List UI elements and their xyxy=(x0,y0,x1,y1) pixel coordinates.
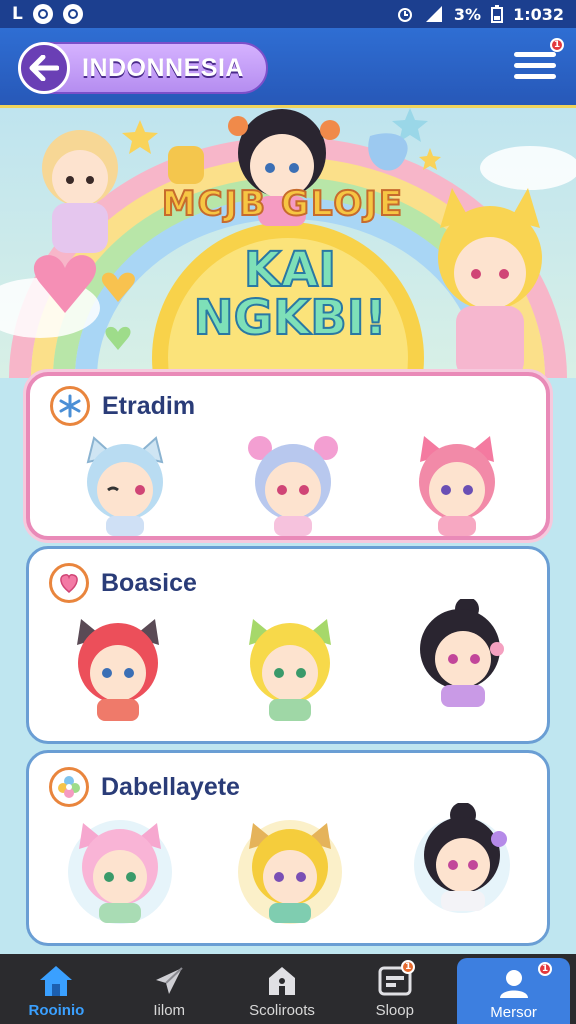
alarm-icon xyxy=(397,8,412,22)
back-arrow-icon xyxy=(18,42,70,94)
battery-icon xyxy=(491,5,504,23)
avatar-blonde-cat-girl[interactable] xyxy=(235,817,345,927)
shop-notification-badge: 1 xyxy=(401,960,416,974)
plane-icon xyxy=(156,967,183,994)
status-carrier: L xyxy=(12,4,23,24)
avatar-sky-blue-cat-girl[interactable] xyxy=(70,432,180,542)
app-header: INDONNESIA 1 xyxy=(0,28,576,108)
nav-item-mersor[interactable]: 1 Mersor xyxy=(457,958,570,1024)
menu-notification-badge: 1 xyxy=(550,38,564,52)
flower-icon xyxy=(49,767,89,807)
nav-label: Scoliroots xyxy=(249,1002,315,1019)
profile-notification-badge: 1 xyxy=(537,962,552,976)
menu-bar xyxy=(514,62,556,68)
home-icon xyxy=(40,966,73,996)
category-card-dabellayete[interactable]: Dabellayete xyxy=(26,750,550,946)
page-title: INDONNESIA xyxy=(82,53,244,82)
nav-label: Sloop xyxy=(375,1002,414,1019)
category-label: Etradim xyxy=(102,391,196,420)
status-bar: L 3% 1:032 xyxy=(0,0,576,28)
status-time: 1:032 xyxy=(513,4,564,24)
back-button[interactable]: INDONNESIA xyxy=(18,42,268,94)
hero-title-line2: NGKBI! xyxy=(192,290,387,346)
category-card-etradim[interactable]: Etradim xyxy=(26,372,550,540)
category-card-boasice[interactable]: Boasice xyxy=(26,546,550,744)
nav-item-scoliroots[interactable]: Scoliroots xyxy=(226,954,339,1024)
hero-title-line1: KAI xyxy=(243,242,337,298)
nav-item-sloop[interactable]: 1 Sloop xyxy=(338,954,451,1024)
avatar-yellow-cat-girl[interactable] xyxy=(235,615,345,725)
nav-item-iilom[interactable]: Iilom xyxy=(113,954,226,1024)
heart-icon xyxy=(49,563,89,603)
category-header: Etradim xyxy=(50,386,195,426)
category-header: Boasice xyxy=(49,563,197,603)
avatar-black-hair-girl[interactable] xyxy=(405,599,515,709)
hero-title: KAI NGKBI! xyxy=(160,242,420,346)
status-app-icon xyxy=(32,4,53,24)
category-label: Boasice xyxy=(101,568,197,597)
house-icon xyxy=(268,967,295,995)
menu-button[interactable]: 1 xyxy=(514,38,564,86)
signal-icon xyxy=(425,6,442,22)
profile-icon xyxy=(499,970,528,998)
avatar-pink-cat-girl[interactable] xyxy=(402,432,512,542)
nav-label: Iilom xyxy=(153,1002,186,1019)
avatar-lavender-bow-girl[interactable] xyxy=(238,432,348,542)
avatar-red-cat-girl[interactable] xyxy=(63,615,173,725)
hero-subtitle: MCJB GLOJE xyxy=(161,183,405,225)
nav-item-home[interactable]: Rooinio xyxy=(0,954,113,1024)
category-label: Dabellayete xyxy=(101,772,240,801)
nav-label: Mersor xyxy=(490,1004,537,1021)
category-header: Dabellayete xyxy=(49,767,240,807)
menu-bar xyxy=(514,73,556,79)
snowflake-icon xyxy=(50,386,90,426)
bottom-navigation: Rooinio Iilom Scoliroots 1 Sloop 1 Merso… xyxy=(0,954,576,1024)
battery-percent: 3% xyxy=(453,4,482,24)
status-app-icon-2 xyxy=(62,4,83,24)
avatar-pink-cat-girl-2[interactable] xyxy=(65,817,175,927)
nav-label: Rooinio xyxy=(28,1002,85,1019)
hero-banner: MCJB GLOJE KAI NGKBI! xyxy=(0,108,576,378)
menu-bar xyxy=(514,51,556,57)
avatar-black-hair-bun-girl[interactable] xyxy=(407,803,517,913)
